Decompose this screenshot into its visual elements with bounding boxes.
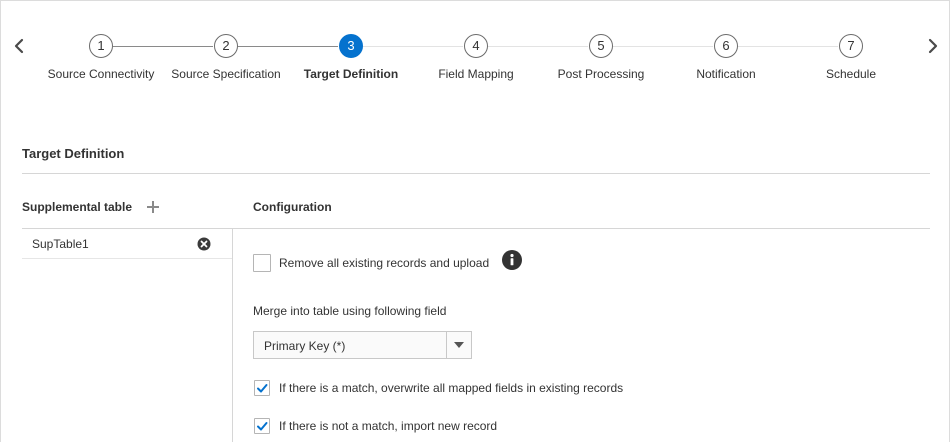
checkmark-icon	[257, 384, 268, 393]
remove-existing-records-label: Remove all existing records and upload	[279, 256, 490, 270]
step-number: 3	[339, 34, 363, 58]
import-on-no-match-checkbox[interactable]	[254, 418, 270, 434]
chevron-left-icon	[14, 38, 24, 54]
step-label: Source Connectivity	[47, 67, 155, 81]
merge-field-value: Primary Key (*)	[264, 339, 346, 353]
step-number: 7	[839, 34, 863, 58]
merge-field-dropdown-button[interactable]	[446, 332, 471, 358]
panel-divider	[232, 228, 233, 442]
plus-icon	[147, 201, 159, 213]
step-number: 4	[464, 34, 488, 58]
merge-field-select[interactable]: Primary Key (*)	[253, 331, 472, 359]
add-supplemental-table-button[interactable]	[145, 199, 161, 215]
section-title: Target Definition	[22, 146, 125, 161]
step-number: 5	[589, 34, 613, 58]
previous-step-button[interactable]	[9, 34, 29, 58]
step-label: Target Definition	[303, 67, 399, 81]
train-step-notification[interactable]: 6 Notification	[661, 34, 791, 81]
remove-existing-info-button[interactable]	[502, 250, 522, 270]
train-step-field-mapping[interactable]: 4 Field Mapping	[411, 34, 541, 81]
merge-field-label: Merge into table using following field	[253, 304, 447, 318]
supplemental-table-item[interactable]: SupTable1	[22, 229, 232, 259]
train-step-post-processing[interactable]: 5 Post Processing	[536, 34, 666, 81]
next-step-button[interactable]	[923, 34, 943, 58]
remove-circle-icon	[197, 237, 211, 251]
remove-existing-records-checkbox[interactable]	[253, 254, 271, 272]
step-label: Schedule	[825, 67, 877, 81]
train-step-source-connectivity[interactable]: 1 Source Connectivity	[36, 34, 166, 81]
supplemental-table-name: SupTable1	[32, 237, 89, 251]
train-step-source-specification[interactable]: 2 Source Specification	[161, 34, 291, 81]
step-label: Field Mapping	[438, 67, 514, 81]
step-label: Source Specification	[171, 67, 281, 81]
info-icon	[502, 250, 522, 270]
step-label: Post Processing	[557, 67, 645, 81]
step-number: 2	[214, 34, 238, 58]
remove-supplemental-table-button[interactable]	[197, 237, 211, 251]
checkmark-icon	[257, 422, 268, 431]
configuration-header: Configuration	[253, 200, 332, 214]
train-step-target-definition[interactable]: 3 Target Definition	[286, 34, 416, 81]
chevron-right-icon	[928, 38, 938, 54]
overwrite-on-match-checkbox[interactable]	[254, 380, 270, 396]
section-divider	[22, 173, 930, 174]
import-on-no-match-label: If there is not a match, import new reco…	[279, 419, 498, 433]
step-label: Notification	[696, 67, 756, 81]
caret-down-icon	[454, 342, 464, 348]
overwrite-on-match-label: If there is a match, overwrite all mappe…	[279, 381, 624, 395]
train-step-schedule[interactable]: 7 Schedule	[786, 34, 916, 81]
step-number: 1	[89, 34, 113, 58]
step-number: 6	[714, 34, 738, 58]
supplemental-table-header: Supplemental table	[22, 200, 133, 214]
